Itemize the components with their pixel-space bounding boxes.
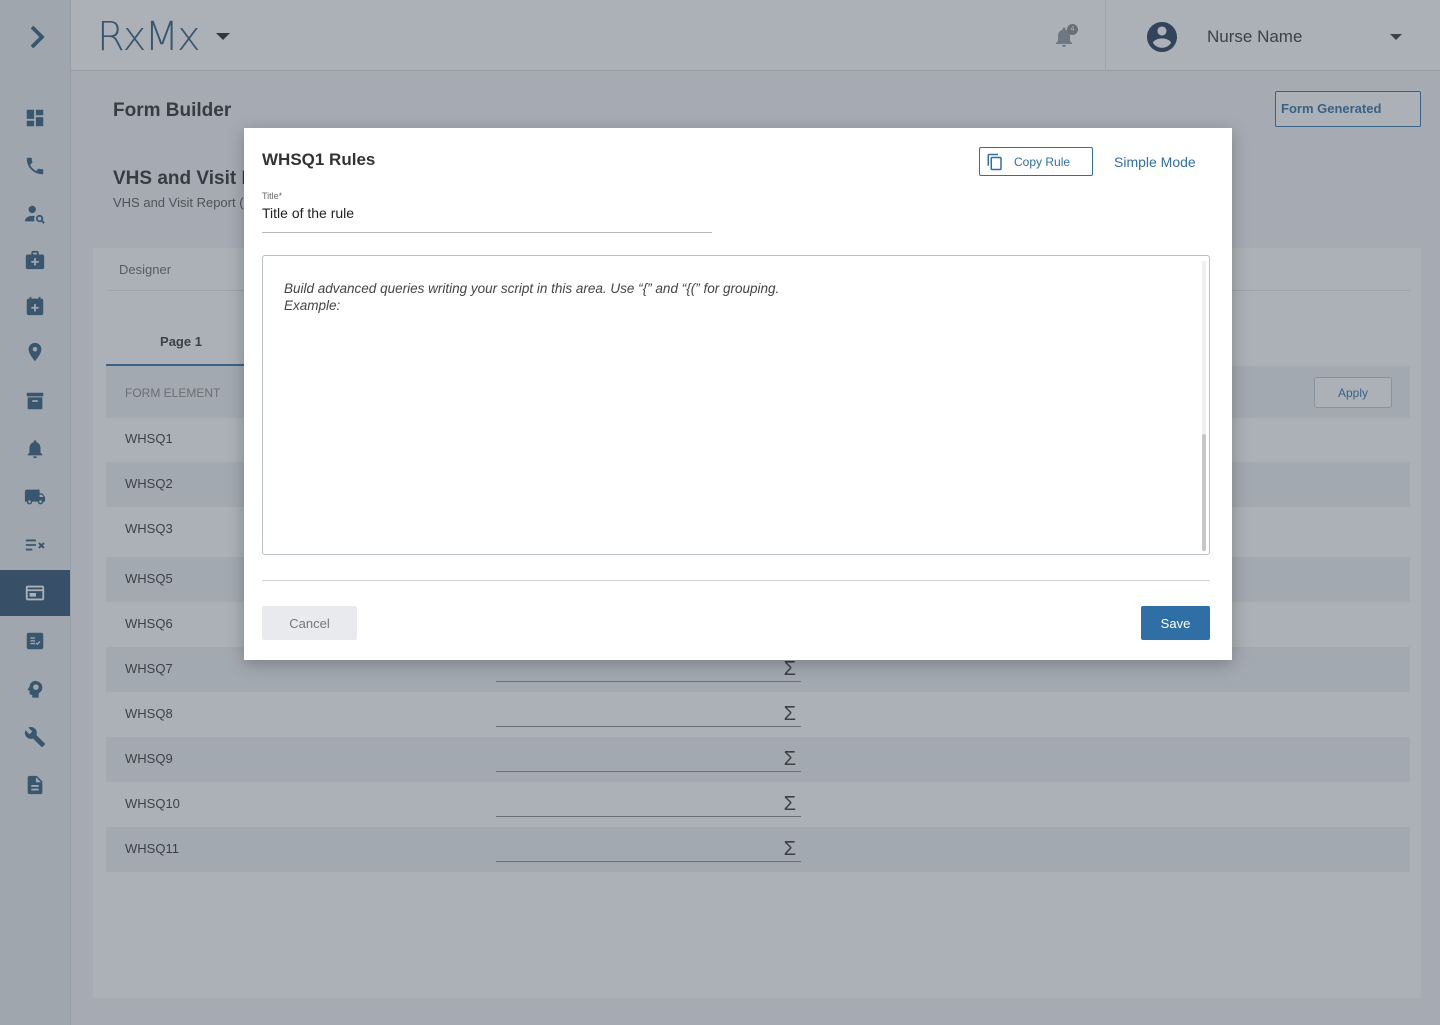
script-hint: Build advanced queries writing your scri… [284, 280, 779, 314]
copy-icon [987, 153, 1002, 170]
dialog-divider [262, 580, 1210, 581]
copy-rule-label: Copy Rule [1014, 154, 1071, 169]
scrollbar-thumb[interactable] [1202, 434, 1206, 551]
script-hint-example: Example: [284, 298, 341, 313]
title-field-label: Title* [262, 191, 283, 201]
rule-title-input[interactable]: Title of the rule [262, 205, 712, 233]
rules-dialog: WHSQ1 Rules Copy Rule Simple Mode Title*… [244, 128, 1232, 660]
copy-rule-button[interactable]: Copy Rule [979, 147, 1093, 176]
script-editor-textarea[interactable]: Build advanced queries writing your scri… [262, 255, 1210, 555]
cancel-button[interactable]: Cancel [262, 606, 357, 640]
script-hint-line: Build advanced queries writing your scri… [284, 281, 780, 296]
dialog-title: WHSQ1 Rules [262, 150, 376, 169]
simple-mode-link[interactable]: Simple Mode [1114, 154, 1196, 170]
save-button[interactable]: Save [1141, 606, 1210, 640]
